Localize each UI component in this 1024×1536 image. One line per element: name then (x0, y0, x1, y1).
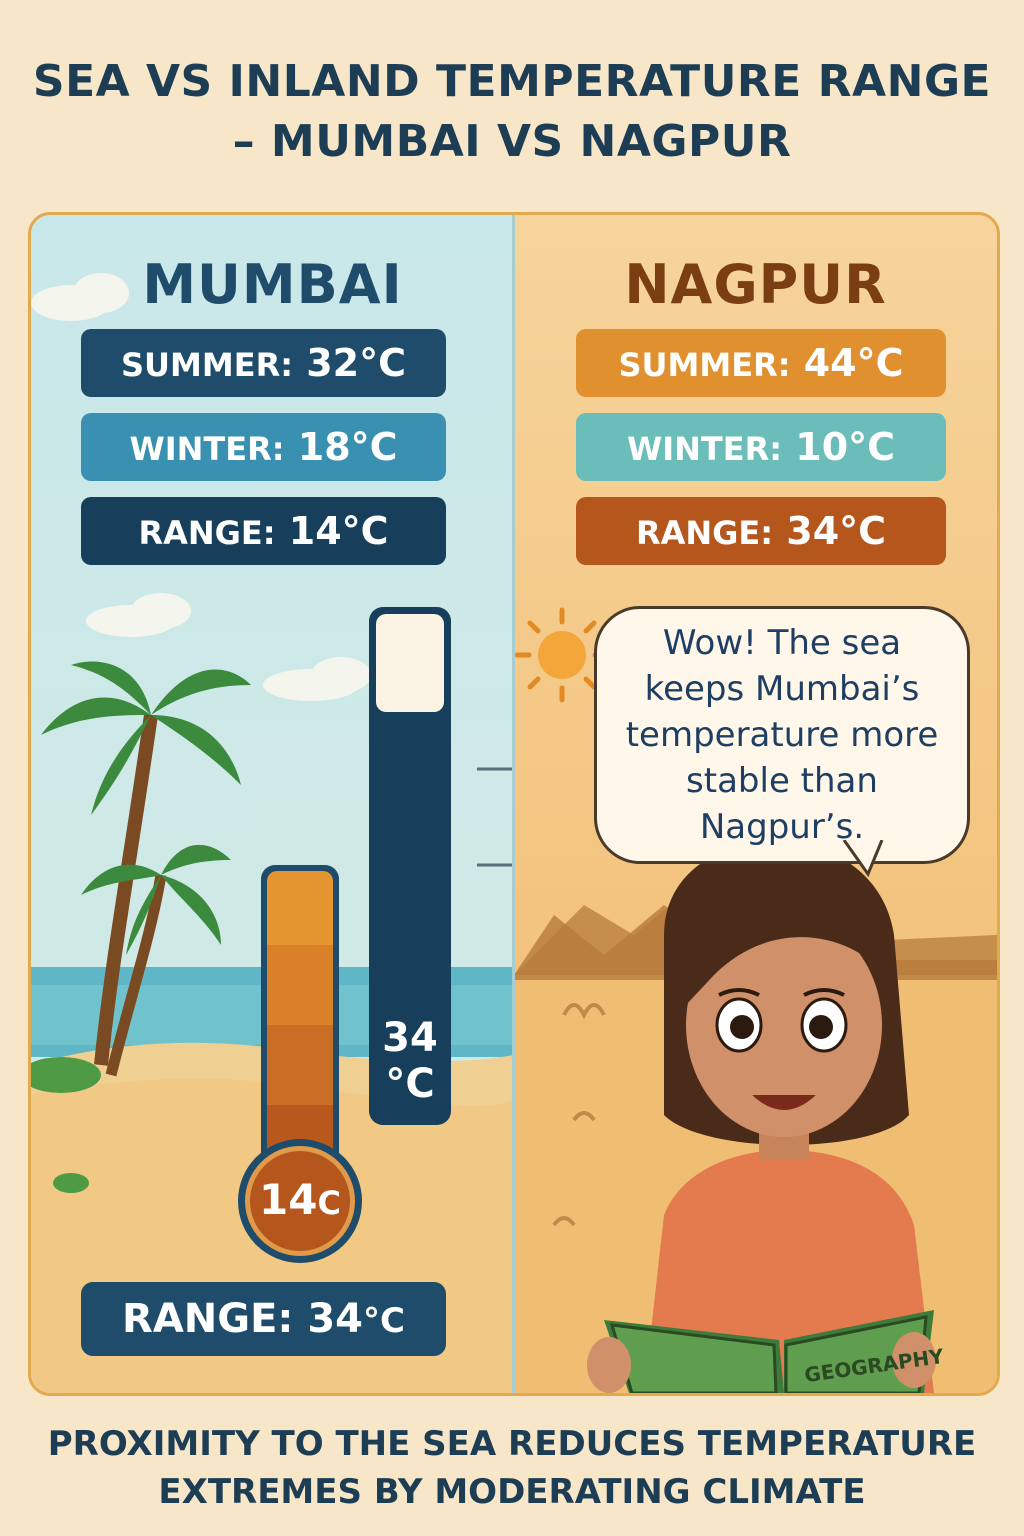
title-line-1: SEA VS INLAND TEMPERATURE RANGE (32, 56, 992, 107)
footer-line-1: PROXIMITY TO THE SEA REDUCES TEMPERATURE (47, 1424, 977, 1464)
bottom-range-unit: °C (363, 1301, 405, 1341)
footer-line-2: EXTREMES BY MODERATING CLIMATE (158, 1472, 866, 1512)
footer-caption: PROXIMITY TO THE SEA REDUCES TEMPERATURE… (0, 1420, 1024, 1516)
speech-bubble: Wow! The sea keeps Mumbai’s temperature … (594, 606, 970, 864)
title-line-2: – MUMBAI VS NAGPUR (232, 116, 792, 167)
panel-divider (512, 215, 515, 1393)
speech-bubble-tail (842, 840, 884, 878)
small-thermometer-label: 14C (259, 1175, 341, 1224)
bottom-range-pill: RANGE: 34°C (81, 1282, 446, 1356)
bottom-range-label: RANGE: 34 (122, 1296, 364, 1342)
page-title: SEA VS INLAND TEMPERATURE RANGE – MUMBAI… (0, 52, 1024, 172)
tall-thermometer-label: 34 °C (382, 1015, 438, 1107)
mumbai-panel: MUMBAI SUMMER: 32°C WINTER: 18°C RANGE: … (31, 215, 514, 1393)
